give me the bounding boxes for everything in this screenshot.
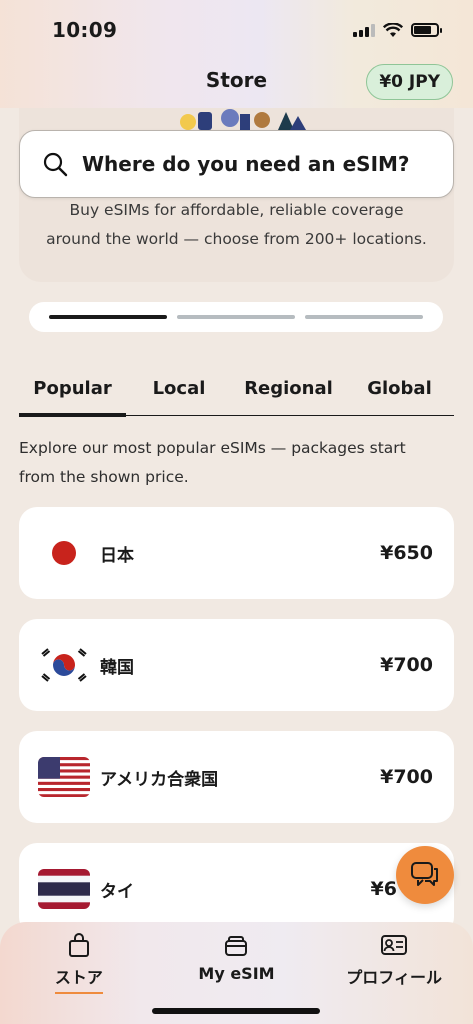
nav-tab-label: ストア xyxy=(54,968,103,987)
status-icons xyxy=(353,22,442,38)
chat-bubble-icon xyxy=(411,862,438,886)
carousel-dot[interactable] xyxy=(305,315,423,319)
country-price: ¥700 xyxy=(380,766,433,788)
id-card-icon xyxy=(381,935,408,955)
cellular-signal-icon xyxy=(353,23,375,37)
country-price: ¥700 xyxy=(380,654,433,676)
nav-tab-profile[interactable]: プロフィール xyxy=(324,932,464,1024)
country-card-korea[interactable]: 韓国 ¥700 xyxy=(19,619,454,711)
search-input[interactable]: Where do you need an eSIM? xyxy=(19,130,454,198)
hero-description-line: Buy eSIMs for affordable, reliable cover… xyxy=(69,201,404,219)
chat-support-button[interactable] xyxy=(396,846,454,904)
intro-line: from the shown price. xyxy=(19,468,189,486)
nav-tab-label: My eSIM xyxy=(198,964,275,983)
usa-flag-icon xyxy=(38,757,90,797)
country-name: 韓国 xyxy=(100,657,134,678)
active-tab-indicator xyxy=(54,992,103,994)
country-card-usa[interactable]: アメリカ合衆国 ¥700 xyxy=(19,731,454,823)
country-name: 日本 xyxy=(100,545,134,566)
carousel-dot[interactable] xyxy=(177,315,295,319)
tab-global[interactable]: Global xyxy=(345,370,454,415)
tab-local[interactable]: Local xyxy=(126,370,232,415)
shopping-bag-icon xyxy=(68,933,89,957)
country-card-japan[interactable]: 日本 ¥650 xyxy=(19,507,454,599)
home-indicator xyxy=(152,1008,320,1014)
hero-description: Buy eSIMs for affordable, reliable cover… xyxy=(19,196,454,254)
country-price: ¥650 xyxy=(380,542,433,564)
carousel-dot-active[interactable] xyxy=(49,315,167,319)
nav-tab-store[interactable]: ストア xyxy=(9,932,149,1024)
tab-popular[interactable]: Popular xyxy=(19,370,126,417)
hero-description-line: around the world — choose from 200+ loca… xyxy=(46,230,427,248)
category-tabs: Popular Local Regional Global xyxy=(19,370,454,417)
battery-icon xyxy=(411,23,442,37)
country-name: タイ xyxy=(100,881,134,902)
korea-flag-icon xyxy=(38,645,90,685)
nav-tab-label: プロフィール xyxy=(346,968,442,987)
sim-stack-icon xyxy=(225,936,248,956)
hero-illustration xyxy=(180,109,306,130)
country-price: ¥6 xyxy=(370,878,397,900)
carousel-indicator[interactable] xyxy=(29,302,443,332)
thailand-flag-icon xyxy=(38,869,90,909)
japan-flag-icon xyxy=(38,533,90,573)
country-name: アメリカ合衆国 xyxy=(100,769,219,790)
balance-badge[interactable]: ¥0 JPY xyxy=(366,64,453,100)
tab-regional[interactable]: Regional xyxy=(232,370,345,415)
search-icon xyxy=(43,152,68,177)
popular-intro-text: Explore our most popular eSIMs — package… xyxy=(19,434,454,492)
search-placeholder: Where do you need an eSIM? xyxy=(82,152,410,176)
status-bar: 10:09 xyxy=(0,0,473,60)
intro-line: Explore our most popular eSIMs — package… xyxy=(19,439,406,457)
status-time: 10:09 xyxy=(52,18,118,42)
wifi-icon xyxy=(383,22,403,37)
